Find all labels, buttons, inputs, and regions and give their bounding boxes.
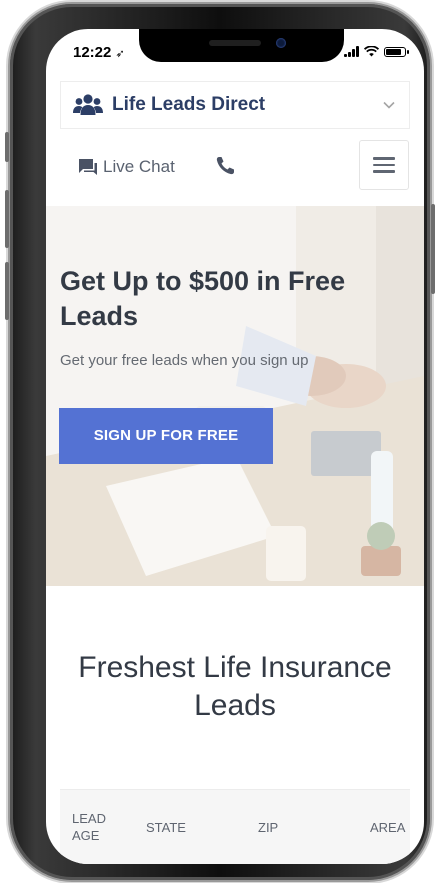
location-arrow-icon: ➶ [115, 48, 125, 60]
live-chat-label: Live Chat [103, 157, 175, 176]
hero-subtitle: Get your free leads when you sign up [60, 352, 309, 369]
column-header-state[interactable]: STATE [146, 819, 186, 836]
chevron-down-icon [383, 98, 395, 112]
live-chat-link[interactable]: Live Chat [78, 157, 175, 177]
speaker [209, 40, 261, 46]
wifi-icon [364, 46, 379, 57]
power-button [431, 204, 435, 294]
status-time-text: 12:22 [73, 44, 112, 61]
status-icons [344, 46, 409, 57]
users-group-icon [73, 94, 103, 115]
notch [139, 29, 344, 62]
status-time: 12:22 ➶ [73, 44, 125, 61]
phone-frame: 12:22 ➶ Life Leads Direct Live Chat Get … [5, 4, 435, 880]
column-header-area[interactable]: AREA [370, 819, 405, 836]
phone-screen: 12:22 ➶ Life Leads Direct Live Chat Get … [46, 29, 424, 864]
silent-switch [5, 132, 9, 162]
chat-bubble-icon [79, 159, 97, 175]
volume-down-button [5, 262, 9, 320]
hamburger-menu-icon[interactable] [359, 140, 409, 190]
battery-icon [384, 46, 409, 57]
sign-up-button[interactable]: SIGN UP FOR FREE [59, 408, 273, 464]
brand-name: Life Leads Direct [112, 94, 266, 115]
hero-title: Get Up to $500 in Free Leads [60, 266, 346, 331]
nav-row: Live Chat [46, 135, 424, 195]
site-selector[interactable]: Life Leads Direct [60, 81, 410, 129]
phone-icon[interactable] [214, 155, 236, 177]
hero-banner: Get Up to $500 in Free Leads Get your fr… [46, 206, 424, 586]
column-header-lead-age[interactable]: LEAD AGE [72, 810, 120, 844]
leads-table-header: LEAD AGE STATE ZIP AREA [60, 789, 410, 864]
hero-overlay [46, 206, 424, 586]
section-title: Freshest Life Insurance Leads [78, 651, 392, 722]
front-camera [276, 38, 286, 48]
volume-up-button [5, 190, 9, 248]
column-header-zip[interactable]: ZIP [258, 819, 278, 836]
signal-icon [344, 46, 359, 57]
